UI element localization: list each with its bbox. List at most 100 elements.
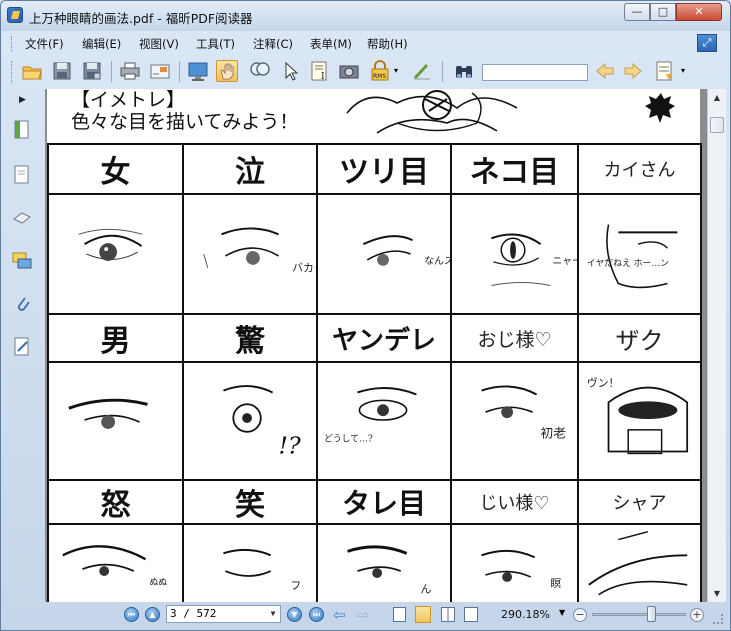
- toolbar-separator: [111, 61, 112, 82]
- email-icon[interactable]: [149, 60, 171, 82]
- zoom-dropdown-icon[interactable]: ▼: [559, 608, 565, 617]
- collapse-arrow-icon[interactable]: ▶: [19, 95, 26, 105]
- save-as-icon[interactable]: [81, 60, 103, 82]
- label-cell: ツリ目: [318, 145, 452, 195]
- label-cell: 女: [49, 145, 184, 195]
- label-cell: じい様♡: [452, 481, 579, 525]
- label-cell: 泣: [184, 145, 318, 195]
- prev-page-icon[interactable]: ▲: [145, 607, 160, 622]
- facing-view-icon[interactable]: [441, 607, 455, 622]
- continuous-facing-view-icon[interactable]: [464, 607, 478, 622]
- text-select-icon[interactable]: I: [309, 60, 331, 82]
- zoom-slider-thumb[interactable]: [647, 606, 656, 622]
- sketch-note: 初老: [541, 427, 567, 442]
- title-bar: 上万种眼睛的画法.pdf - 福昕PDF阅读器 — □ ✕: [1, 1, 730, 31]
- window-title: 上万种眼睛的画法.pdf - 福昕PDF阅读器: [29, 11, 253, 26]
- first-page-icon[interactable]: ⏮: [124, 607, 139, 622]
- hand-tool-icon[interactable]: [216, 60, 238, 82]
- search-input[interactable]: [482, 64, 588, 81]
- maximize-button[interactable]: □: [650, 3, 676, 21]
- menu-form[interactable]: 表单(M): [310, 36, 352, 52]
- menu-help[interactable]: 帮助(H): [367, 36, 408, 52]
- vertical-scrollbar[interactable]: ▲ ▼: [707, 89, 726, 602]
- sketch-note: フ: [290, 579, 301, 592]
- print-icon[interactable]: [119, 60, 141, 82]
- eye-sketch-cell: ぬぬ: [49, 525, 184, 602]
- toolbar-separator: [442, 61, 443, 82]
- last-page-icon[interactable]: ⏭: [309, 607, 324, 622]
- left-nav-panel: ▶: [1, 89, 41, 602]
- find-binoculars-icon[interactable]: [453, 60, 475, 82]
- toolbar: I RMS ▾ ▾: [1, 56, 730, 89]
- label-cell: ザク: [579, 315, 702, 363]
- eye-sketch-cell: 瞑: [452, 525, 579, 602]
- expand-icon[interactable]: ⤢: [697, 34, 717, 52]
- label-cell: カイさん: [579, 145, 702, 195]
- label-cell: シャア: [579, 481, 702, 525]
- page-dropdown-icon[interactable]: ▼: [267, 607, 279, 621]
- highlight-dropdown-icon[interactable]: ▾: [678, 60, 688, 82]
- sketch-note: なんスか: [424, 255, 450, 267]
- select-arrow-icon[interactable]: [279, 60, 301, 82]
- back-arrow-icon[interactable]: ⇦: [333, 606, 346, 624]
- zoom-in-icon[interactable]: +: [690, 608, 704, 622]
- attachments-icon[interactable]: [12, 293, 32, 315]
- zoom-level[interactable]: 290.18%: [501, 608, 550, 621]
- scroll-up-icon[interactable]: ▲: [708, 89, 726, 106]
- minimize-button[interactable]: —: [624, 3, 650, 21]
- sketch-note: 瞑: [550, 577, 561, 590]
- next-page-icon[interactable]: ▼: [287, 607, 302, 622]
- fullscreen-icon[interactable]: [187, 60, 209, 82]
- continuous-view-icon[interactable]: [415, 606, 431, 623]
- page-number-input[interactable]: 3 / 572 ▼: [166, 605, 281, 623]
- document-viewport[interactable]: 【イメトレ】 色々な目を描いてみよう！ 女 泣 ツリ目 ネコ目 カイさん バカ …: [45, 89, 707, 602]
- label-cell: ネコ目: [452, 145, 579, 195]
- app-window: 上万种眼睛的画法.pdf - 福昕PDF阅读器 — □ ✕ 文件(F) 编辑(E…: [0, 0, 731, 631]
- signatures-icon[interactable]: [12, 336, 32, 358]
- toolbar-separator: [179, 61, 180, 82]
- toolbar-grip: [11, 61, 14, 83]
- label-cell: 男: [49, 315, 184, 363]
- snapshot-icon[interactable]: [338, 60, 360, 82]
- bookmarks-icon[interactable]: [12, 119, 32, 141]
- single-page-view-icon[interactable]: [393, 607, 406, 622]
- eye-sketch-cell: バカャ: [184, 195, 318, 315]
- eye-sketch-cell: [49, 363, 184, 481]
- label-cell: おじ様♡: [452, 315, 579, 363]
- highlight-icon[interactable]: [654, 60, 676, 82]
- sign-icon[interactable]: [411, 60, 433, 82]
- rms-dropdown-icon[interactable]: ▾: [391, 60, 401, 82]
- zoom-tool-icon[interactable]: [248, 60, 270, 82]
- forward-arrow-icon[interactable]: ⇨: [357, 606, 370, 624]
- close-button[interactable]: ✕: [676, 3, 722, 21]
- rms-label: RMS: [373, 73, 386, 80]
- pages-thumbnail-icon[interactable]: [12, 164, 32, 186]
- resize-grip[interactable]: [713, 614, 723, 624]
- label-cell: タレ目: [318, 481, 452, 525]
- sketch-note: ニャー: [552, 256, 577, 267]
- svg-text:I: I: [321, 72, 325, 82]
- sketch-note: !?: [279, 431, 301, 459]
- page-heading: 色々な目を描いてみよう！: [71, 111, 299, 133]
- layers-icon[interactable]: [12, 207, 32, 229]
- menu-comment[interactable]: 注释(C): [253, 36, 293, 52]
- menu-edit[interactable]: 编辑(E): [82, 36, 121, 52]
- zoom-slider-track[interactable]: [592, 613, 686, 616]
- comments-icon[interactable]: [12, 250, 32, 272]
- label-cell: 驚: [184, 315, 318, 363]
- save-icon[interactable]: [51, 60, 73, 82]
- menu-file[interactable]: 文件(F): [25, 36, 64, 52]
- scroll-thumb[interactable]: [710, 117, 724, 133]
- open-folder-icon[interactable]: [21, 60, 43, 82]
- eye-sketch-cell: 初老: [452, 363, 579, 481]
- zoom-out-icon[interactable]: −: [573, 608, 587, 622]
- label-cell: ヤンデレ: [318, 315, 452, 363]
- prev-result-icon[interactable]: [594, 60, 616, 82]
- sketch-note: ん: [420, 583, 431, 596]
- rms-lock-icon[interactable]: RMS: [369, 60, 391, 82]
- menu-view[interactable]: 视图(V): [139, 36, 179, 52]
- next-result-icon[interactable]: [622, 60, 644, 82]
- scroll-down-icon[interactable]: ▼: [708, 585, 726, 602]
- eye-sketch-cell: ニャー: [452, 195, 579, 315]
- menu-tools[interactable]: 工具(T): [196, 36, 235, 52]
